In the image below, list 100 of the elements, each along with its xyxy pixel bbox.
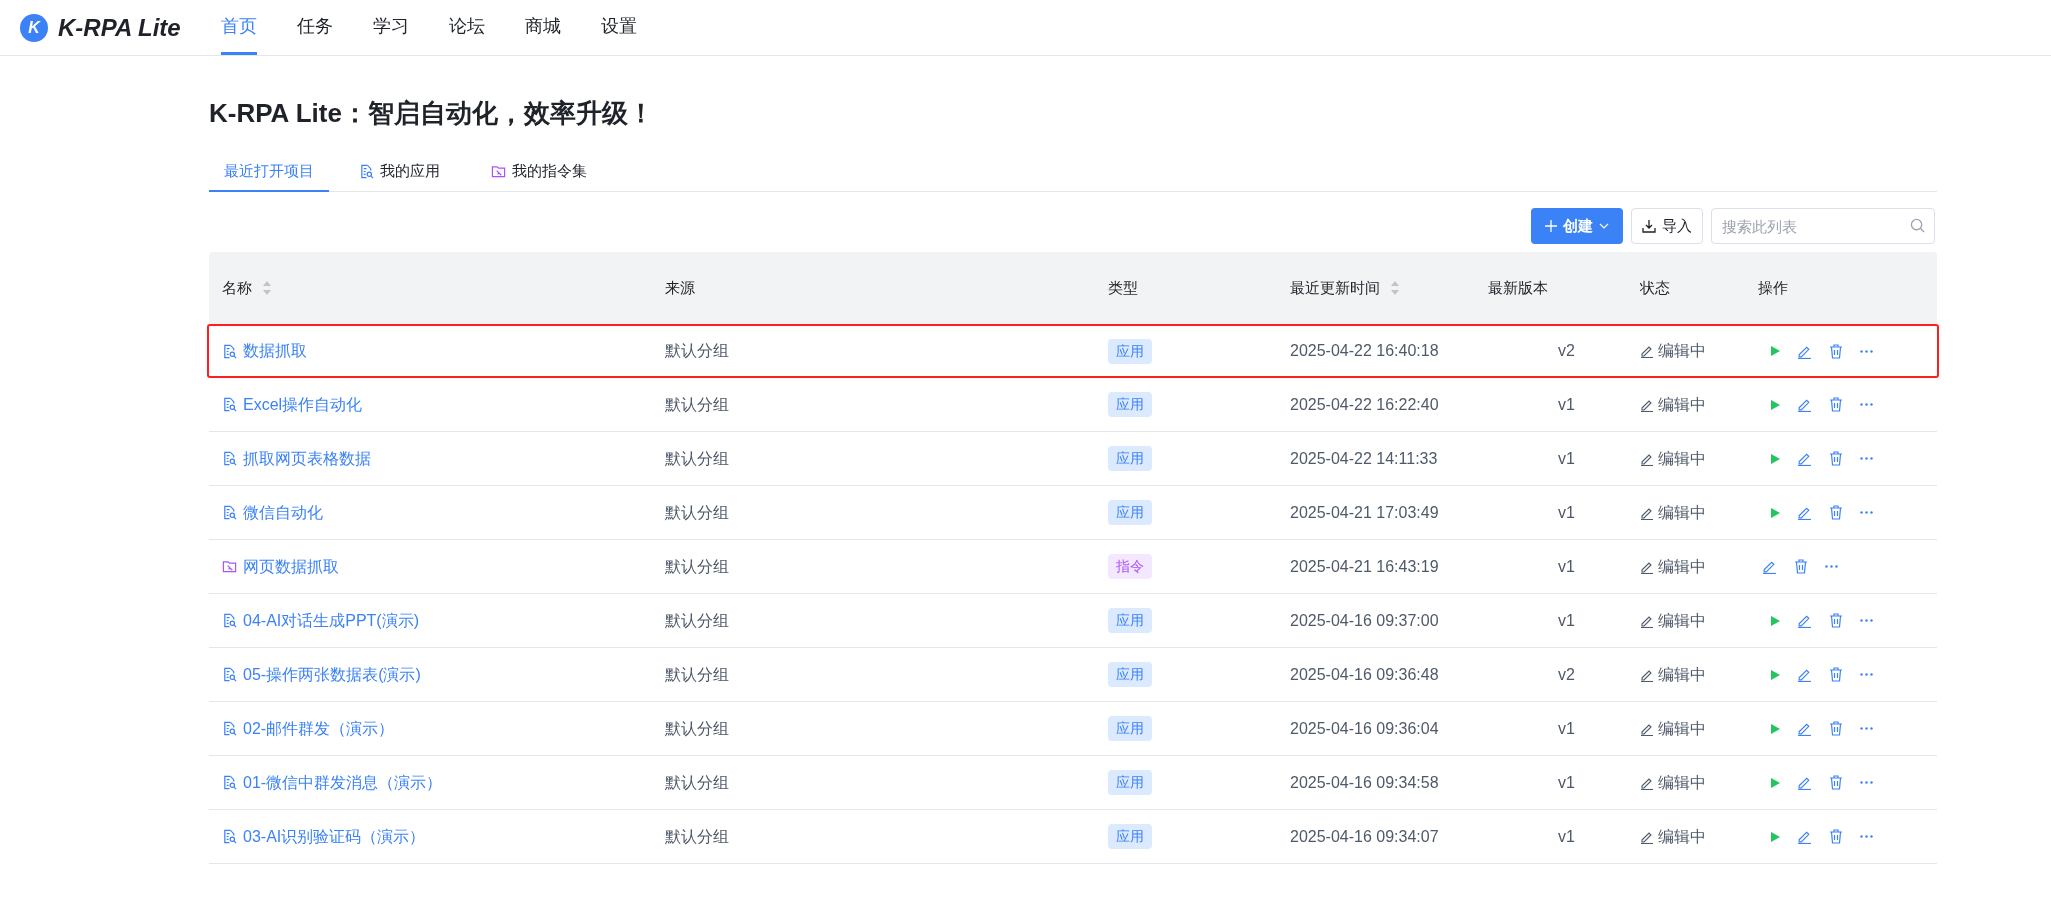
search-field[interactable]: 搜索此列表 <box>1711 208 1935 244</box>
table-cell: v1 <box>1558 503 1575 521</box>
more-icon[interactable] <box>1860 727 1873 730</box>
delete-icon[interactable] <box>1829 667 1843 682</box>
table-cell-text: 默认分组 <box>665 664 730 685</box>
project-link[interactable]: 02-邮件群发（演示） <box>222 716 665 741</box>
more-icon[interactable] <box>1860 835 1873 838</box>
delete-icon[interactable] <box>1829 505 1843 520</box>
run-icon[interactable] <box>1771 669 1780 680</box>
table-cell-text: 默认分组 <box>665 448 730 469</box>
nav-tab[interactable]: 论坛 <box>448 0 485 55</box>
nav-tab[interactable]: 设置 <box>600 0 637 55</box>
document-search-icon <box>222 397 237 412</box>
run-icon[interactable] <box>1771 831 1780 842</box>
edit-icon[interactable] <box>1797 829 1812 844</box>
table-cell-text: 2025-04-21 16:43:19 <box>1290 556 1440 577</box>
project-link[interactable]: 抓取网页表格数据 <box>222 446 665 471</box>
table-cell: v2 <box>1558 342 1575 359</box>
edit-icon[interactable] <box>1762 559 1777 574</box>
nav-tab[interactable]: 商城 <box>524 0 561 55</box>
list-tab[interactable]: 我的应用 <box>329 152 469 192</box>
document-search-icon <box>222 667 237 682</box>
app-name: K-RPA Lite <box>58 12 181 43</box>
project-link[interactable]: Excel操作自动化 <box>222 392 665 417</box>
run-icon[interactable] <box>1771 777 1780 788</box>
status-text: 编辑中 <box>1658 826 1706 847</box>
column-header: 名称 <box>222 277 252 298</box>
run-icon[interactable] <box>1771 453 1780 464</box>
table-cell: v2 <box>1558 665 1575 683</box>
run-icon[interactable] <box>1771 507 1780 518</box>
table-cell-text: 2025-04-16 09:34:07 <box>1290 826 1440 847</box>
document-search-icon <box>222 613 237 628</box>
more-icon[interactable] <box>1860 511 1873 514</box>
table-cell-text: 默认分组 <box>665 826 730 847</box>
folder-icon <box>222 559 237 574</box>
edit-icon[interactable] <box>1797 505 1812 520</box>
more-icon[interactable] <box>1860 403 1873 406</box>
table-cell-text: 默认分组 <box>665 610 730 631</box>
run-icon[interactable] <box>1771 399 1780 410</box>
list-tab[interactable]: 最近打开项目 <box>209 152 329 192</box>
project-link[interactable]: 03-AI识别验证码（演示） <box>222 824 665 849</box>
type-tag: 应用 <box>1108 500 1152 525</box>
edit-icon[interactable] <box>1797 451 1812 466</box>
nav-tab[interactable]: 学习 <box>372 0 409 55</box>
status-text: 编辑中 <box>1658 610 1706 631</box>
delete-icon[interactable] <box>1829 451 1843 466</box>
delete-icon[interactable] <box>1829 343 1843 359</box>
list-tab[interactable]: 我的指令集 <box>469 152 609 192</box>
edit-icon[interactable] <box>1797 721 1812 736</box>
pencil-icon <box>1640 344 1654 358</box>
delete-icon[interactable] <box>1829 775 1843 790</box>
import-button[interactable]: 导入 <box>1631 208 1703 244</box>
create-button[interactable]: 创建 <box>1531 208 1623 244</box>
column-header: 最新版本 <box>1488 277 1548 298</box>
delete-icon[interactable] <box>1829 397 1843 412</box>
table-cell-text: 默认分组 <box>665 502 730 523</box>
project-link[interactable]: 05-操作两张数据表(演示) <box>222 662 665 687</box>
delete-icon[interactable] <box>1794 559 1808 574</box>
project-link[interactable]: 04-AI对话生成PPT(演示) <box>222 608 665 633</box>
edit-icon[interactable] <box>1797 343 1812 359</box>
more-icon[interactable] <box>1860 619 1873 622</box>
delete-icon[interactable] <box>1829 829 1843 844</box>
edit-icon[interactable] <box>1797 667 1812 682</box>
project-link[interactable]: 网页数据抓取 <box>222 554 665 579</box>
delete-icon[interactable] <box>1829 721 1843 736</box>
nav-tab[interactable]: 首页 <box>220 0 257 55</box>
table-cell-text: 2025-04-22 14:11:33 <box>1290 448 1439 469</box>
document-search-icon <box>222 343 237 359</box>
run-icon[interactable] <box>1771 346 1780 356</box>
delete-icon[interactable] <box>1829 613 1843 628</box>
more-icon[interactable] <box>1825 565 1838 568</box>
project-link[interactable]: 微信自动化 <box>222 500 665 525</box>
type-tag: 应用 <box>1108 824 1152 849</box>
table-cell: v1 <box>1558 773 1575 791</box>
edit-icon[interactable] <box>1797 613 1812 628</box>
type-tag: 应用 <box>1108 716 1152 741</box>
column-header: 操作 <box>1758 277 1788 298</box>
table-cell: v1 <box>1558 827 1575 845</box>
document-search-icon <box>358 163 374 179</box>
status-text: 编辑中 <box>1658 718 1706 739</box>
column-header: 最近更新时间 <box>1290 277 1380 298</box>
table-cell-text: 2025-04-22 16:22:40 <box>1290 394 1440 415</box>
type-tag: 应用 <box>1108 392 1152 417</box>
edit-icon[interactable] <box>1797 397 1812 412</box>
more-icon[interactable] <box>1860 673 1873 676</box>
project-link[interactable]: 01-微信中群发消息（演示） <box>222 770 665 795</box>
nav-tab[interactable]: 任务 <box>296 0 333 55</box>
table-cell: v1 <box>1558 395 1575 413</box>
table-cell-text: 2025-04-16 09:34:58 <box>1290 772 1440 793</box>
status-text: 编辑中 <box>1658 341 1706 361</box>
more-icon[interactable] <box>1860 781 1873 784</box>
run-icon[interactable] <box>1771 615 1780 626</box>
run-icon[interactable] <box>1771 723 1780 734</box>
project-link[interactable]: 数据抓取 <box>222 339 665 363</box>
table-cell-text: 默认分组 <box>665 718 730 739</box>
status-text: 编辑中 <box>1658 772 1706 793</box>
edit-icon[interactable] <box>1797 775 1812 790</box>
more-icon[interactable] <box>1860 349 1873 353</box>
table-cell-text: 默认分组 <box>665 556 730 577</box>
more-icon[interactable] <box>1860 457 1873 460</box>
